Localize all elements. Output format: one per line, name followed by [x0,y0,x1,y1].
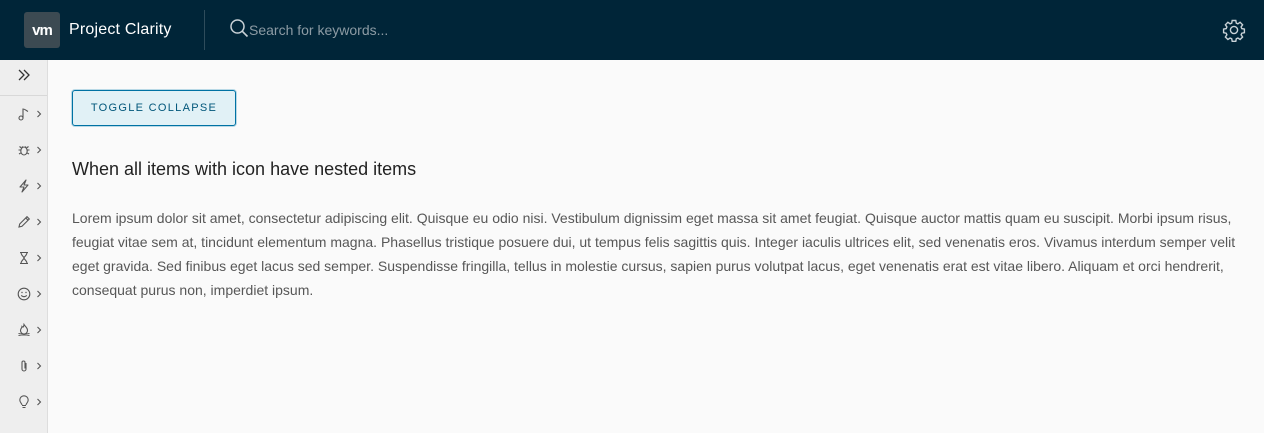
search-bar [229,10,649,50]
sidebar [0,60,48,433]
page-heading: When all items with icon have nested ite… [72,159,417,179]
sidebar-collapse-button[interactable] [0,60,47,96]
chevron-right-icon [35,290,43,298]
body-paragraph: Lorem ipsum dolor sit amet, consectetur … [72,210,1236,298]
lightbulb-icon [17,395,31,409]
sidebar-item-pencil[interactable] [0,204,47,240]
toggle-collapse-button[interactable]: TOGGLE COLLAPSE [72,90,236,126]
double-chevron-right-icon [17,68,31,87]
gear-icon[interactable] [1222,18,1246,42]
chevron-right-icon [35,146,43,154]
vm-logo: vm [24,12,60,48]
content-area: TOGGLE COLLAPSE When all items with icon… [48,60,1264,433]
sidebar-item-bug[interactable] [0,132,47,168]
campfire-icon [17,323,31,337]
sidebar-item-lightning[interactable] [0,168,47,204]
chevron-right-icon [35,326,43,334]
chevron-right-icon [35,218,43,226]
music-note-icon [17,107,31,121]
app-title: Project Clarity [69,21,172,38]
chevron-right-icon [35,254,43,262]
sidebar-item-lightbulb[interactable] [0,384,47,420]
chevron-right-icon [35,398,43,406]
sidebar-item-campfire[interactable] [0,312,47,348]
hourglass-icon [17,251,31,265]
sidebar-item-hourglass[interactable] [0,240,47,276]
smiley-icon [17,287,31,301]
chevron-right-icon [35,362,43,370]
chevron-right-icon [35,110,43,118]
brand[interactable]: vm Project Clarity [0,10,205,50]
sidebar-item-smiley[interactable] [0,276,47,312]
paperclip-icon [17,359,31,373]
app-header: vm Project Clarity [0,0,1264,60]
search-icon [229,18,249,43]
sidebar-item-music[interactable] [0,96,47,132]
bug-icon [17,143,31,157]
search-input[interactable] [249,22,649,38]
pencil-icon [17,215,31,229]
chevron-right-icon [35,182,43,190]
lightning-icon [17,179,31,193]
sidebar-item-paperclip[interactable] [0,348,47,384]
